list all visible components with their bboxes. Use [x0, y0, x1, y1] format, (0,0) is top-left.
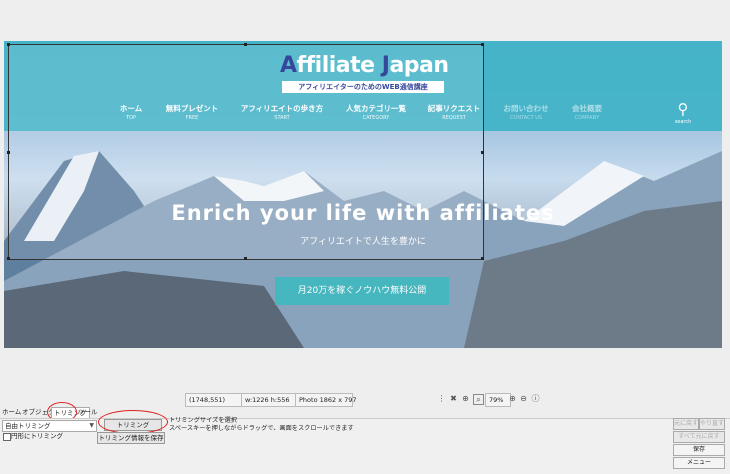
menu-button[interactable]: メニュー	[673, 457, 725, 469]
image-canvas[interactable]: Affiliate Japan アフィリエイターのためのWEB通信講座 ホーム …	[0, 0, 730, 390]
chevron-down-icon: ▼	[89, 422, 94, 429]
undo-all-button[interactable]: すべて元に戻す	[673, 431, 725, 443]
highlight-ring	[98, 410, 168, 434]
save-button[interactable]: 保存	[673, 444, 725, 456]
fit-icon[interactable]: ✖	[449, 394, 458, 403]
nav-item-company[interactable]: 会社概要 COMPANY	[544, 103, 630, 127]
cursor-position: (1748,551)	[185, 393, 243, 407]
nav-sublabel: COMPANY	[574, 115, 600, 121]
selection-size: w:1226 h:556	[241, 393, 299, 407]
circle-trim-checkbox[interactable]	[3, 433, 11, 441]
search-label: search	[674, 119, 692, 125]
help-text: トリミングサイズを選択 スペースキーを押しながらドラッグで、画面をスクロールでき…	[169, 417, 354, 433]
resize-handle[interactable]	[7, 257, 10, 260]
zoom-in-icon[interactable]: ⊕	[461, 394, 470, 403]
status-bar: (1748,551) w:1226 h:556 Photo 1862 x 797…	[0, 393, 730, 407]
photo-size: Photo 1862 x 797	[295, 393, 357, 407]
search-icon: ⚲	[677, 100, 689, 118]
resize-handle[interactable]	[7, 43, 10, 46]
resize-handle[interactable]	[7, 151, 10, 154]
redo-button[interactable]: やり直す	[699, 418, 725, 430]
tab-home[interactable]: ホーム	[2, 407, 21, 417]
zoom-out-icon[interactable]: ⊖	[519, 394, 528, 403]
resize-handle[interactable]	[244, 43, 247, 46]
trim-selection-box[interactable]	[7, 43, 484, 260]
zoom-in-icon[interactable]: ⊕	[508, 394, 517, 403]
help-line: スペースキーを押しながらドラッグで、画面をスクロールできます	[169, 425, 354, 432]
resize-handle[interactable]	[244, 257, 247, 260]
circle-trim-label: 円形にトリミング	[11, 432, 63, 440]
save-trim-info-button[interactable]: トリミング情報を保存	[97, 432, 165, 444]
resize-handle[interactable]	[481, 151, 484, 154]
help-line: トリミングサイズを選択	[169, 417, 237, 424]
trim-mode-value: 自由トリミング	[5, 422, 51, 430]
actual-size-icon[interactable]: ⌕	[473, 394, 484, 405]
search-button[interactable]: ⚲ search	[668, 101, 698, 129]
resize-handle[interactable]	[481, 43, 484, 46]
info-icon[interactable]: ⓘ	[531, 394, 540, 403]
nav-label: 会社概要	[572, 104, 602, 113]
grid-icon[interactable]: ⋮	[437, 394, 446, 403]
cta-button[interactable]: 月20万を稼ぐノウハウ無料公開	[275, 277, 449, 305]
resize-handle[interactable]	[481, 257, 484, 260]
undo-button[interactable]: 元に戻す	[673, 418, 699, 430]
tab-tool[interactable]: ツール	[78, 407, 98, 417]
